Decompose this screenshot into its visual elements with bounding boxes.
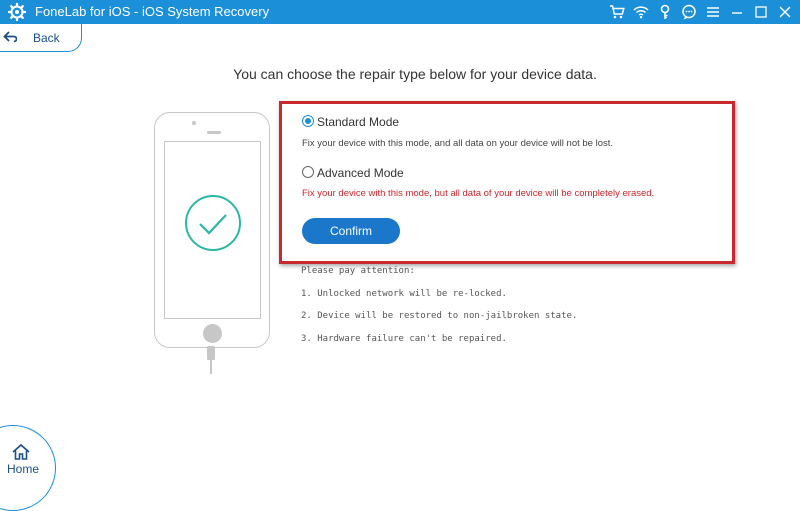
chat-icon[interactable] — [680, 3, 698, 21]
home-icon — [11, 443, 31, 461]
note-item: 1. Unlocked network will be re-locked. — [301, 289, 507, 299]
wifi-icon[interactable] — [632, 3, 650, 21]
advanced-mode-radio[interactable] — [302, 166, 314, 178]
standard-mode-description: Fix your device with this mode, and all … — [302, 138, 614, 149]
titlebar-controls — [608, 3, 794, 21]
page-title: You can choose the repair type below for… — [233, 66, 597, 82]
phone-screen — [164, 141, 261, 319]
phone-home-button — [203, 324, 222, 343]
phone-speaker — [207, 131, 221, 134]
close-icon[interactable] — [776, 3, 794, 21]
advanced-mode-label[interactable]: Advanced Mode — [317, 166, 404, 180]
back-arrow-icon — [3, 30, 18, 44]
gear-icon — [7, 2, 27, 22]
home-button[interactable]: Home — [0, 425, 56, 511]
advanced-mode-description: Fix your device with this mode, but all … — [302, 188, 655, 199]
phone-camera — [192, 121, 196, 125]
phone-illustration — [154, 112, 270, 348]
repair-mode-panel: Standard Mode Fix your device with this … — [279, 101, 735, 264]
home-label: Home — [7, 462, 40, 476]
cart-icon[interactable] — [608, 3, 626, 21]
maximize-icon[interactable] — [752, 3, 770, 21]
key-icon[interactable] — [656, 3, 674, 21]
minimize-icon[interactable] — [728, 3, 746, 21]
back-label: Back — [33, 31, 60, 45]
note-item: 3. Hardware failure can't be repaired. — [301, 334, 507, 344]
standard-mode-label[interactable]: Standard Mode — [317, 115, 399, 129]
back-button[interactable]: Back — [0, 24, 82, 52]
title-bar: FoneLab for iOS - iOS System Recovery — [0, 0, 800, 24]
standard-mode-radio[interactable] — [302, 115, 314, 127]
window-title: FoneLab for iOS - iOS System Recovery — [35, 4, 270, 19]
notes-heading: Please pay attention: — [301, 266, 415, 276]
check-circle-icon — [184, 194, 242, 252]
cable-icon — [206, 346, 216, 374]
confirm-button[interactable]: Confirm — [302, 218, 400, 244]
menu-icon[interactable] — [704, 3, 722, 21]
note-item: 2. Device will be restored to non-jailbr… — [301, 311, 578, 321]
